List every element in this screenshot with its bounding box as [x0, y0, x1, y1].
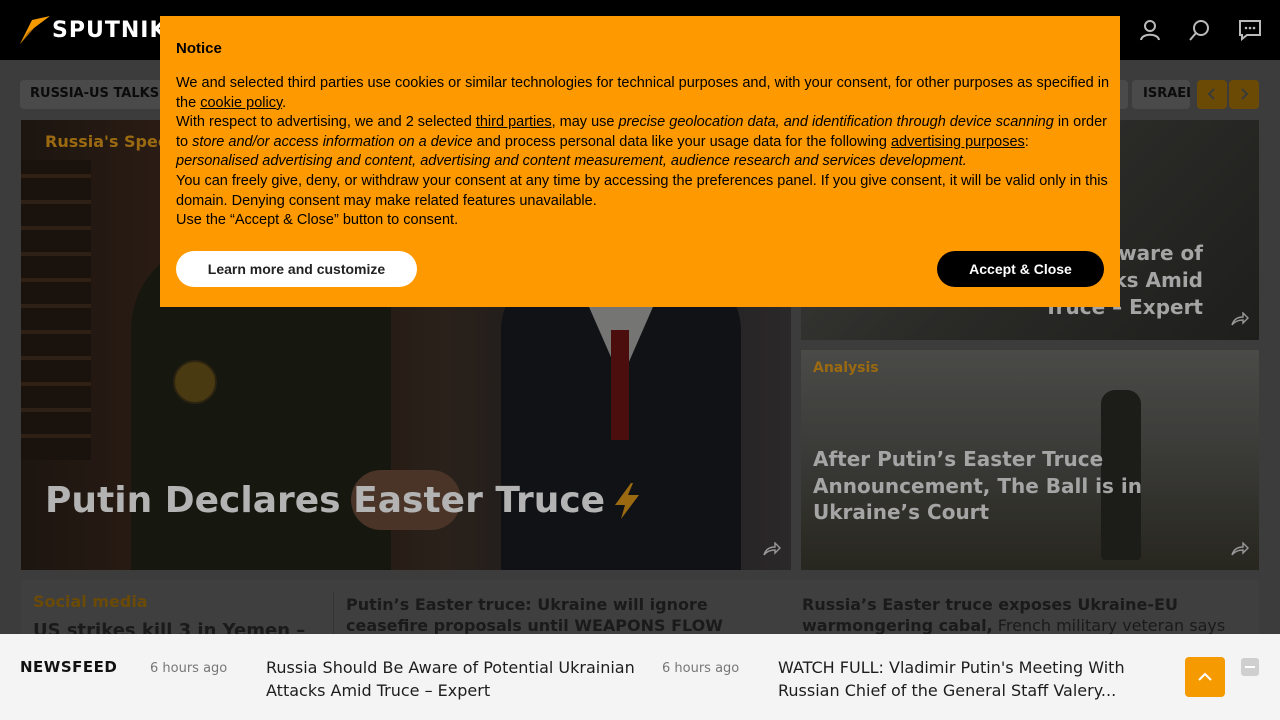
hero-title[interactable]: Putin Declares Easter Truce: [45, 480, 645, 521]
sputnik-logo[interactable]: SPUTNIK: [18, 14, 168, 46]
article-title-rest: French military veteran says: [992, 616, 1226, 635]
learn-more-button[interactable]: Learn more and customize: [176, 251, 417, 287]
consent-text: and process personal data like your usag…: [472, 133, 891, 150]
consent-paragraph-3: You can freely give, deny, or withdraw y…: [176, 172, 1108, 209]
tags-prev-button[interactable]: [1197, 80, 1227, 109]
lightning-icon: [615, 482, 640, 519]
chevron-left-icon: [1207, 88, 1215, 100]
consent-text: With respect to advertising, we and 2 se…: [176, 114, 476, 131]
consent-text-italic: personalised advertising and content, ad…: [176, 153, 967, 170]
consent-paragraph-2: With respect to advertising, we and 2 se…: [176, 113, 1111, 172]
minimize-newsfeed-button[interactable]: [1241, 658, 1259, 676]
bookshelf-image: [21, 160, 91, 460]
newsfeed-label[interactable]: NEWSFEED: [20, 658, 117, 676]
consent-text: .: [282, 94, 287, 111]
shoulder-patch-image: [173, 360, 217, 404]
consent-paragraph-4: Use the “Accept & Close” button to conse…: [176, 212, 459, 229]
newsfeed-bar: NEWSFEED 6 hours ago Russia Should Be Aw…: [0, 634, 1280, 720]
user-icon[interactable]: [1138, 18, 1162, 42]
article-link-easter-truce-cabal[interactable]: Russia’s Easter truce exposes Ukraine-EU…: [802, 594, 1242, 636]
accept-close-button[interactable]: Accept & Close: [937, 251, 1104, 287]
side-article-bottom[interactable]: Analysis After Putin’s Easter Truce Anno…: [801, 350, 1259, 570]
sputnik-logo-icon: [20, 16, 50, 44]
share-icon[interactable]: [1231, 542, 1249, 556]
side-bottom-title[interactable]: After Putin’s Easter Truce Announcement,…: [813, 446, 1233, 526]
chat-icon[interactable]: [1238, 18, 1262, 42]
chevron-up-icon: [1198, 672, 1212, 681]
chevron-right-icon: [1241, 88, 1249, 100]
side-bottom-category[interactable]: Analysis: [813, 360, 879, 376]
scroll-up-button[interactable]: [1185, 657, 1225, 697]
hero-title-text: Putin Declares Easter Truce: [45, 480, 606, 521]
consent-text-italic: store and/or access information on a dev…: [192, 133, 473, 150]
consent-text: :: [1024, 133, 1029, 150]
consent-text-italic: precise geolocation data, and identifica…: [618, 114, 1054, 131]
newsfeed-item[interactable]: Russia Should Be Aware of Potential Ukra…: [266, 656, 651, 702]
cookie-policy-link[interactable]: cookie policy: [200, 95, 282, 111]
newsfeed-item[interactable]: WATCH FULL: Vladimir Putin's Meeting Wit…: [778, 656, 1158, 702]
consent-text: , may use: [551, 114, 619, 131]
divider: [333, 592, 334, 640]
share-icon[interactable]: [1231, 312, 1249, 326]
consent-text: We and selected third parties use cookie…: [176, 75, 1110, 111]
social-media-category[interactable]: Social media: [33, 592, 148, 611]
cookie-consent-dialog: Notice We and selected third parties use…: [160, 16, 1120, 307]
third-parties-link[interactable]: third parties: [476, 114, 552, 130]
consent-title: Notice: [176, 40, 222, 57]
secondary-articles: Social media US strikes kill 3 in Yemen …: [21, 580, 1259, 656]
tags-next-button[interactable]: [1229, 80, 1259, 109]
newsfeed-time: 6 hours ago: [150, 661, 228, 676]
advertising-purposes-link[interactable]: advertising purposes: [891, 134, 1025, 150]
newsfeed-time: 6 hours ago: [662, 661, 740, 676]
tag-russia-us-talks[interactable]: RUSSIA-US TALKS ON: [20, 80, 180, 109]
consent-body: We and selected third parties use cookie…: [176, 74, 1111, 231]
search-icon[interactable]: [1188, 18, 1212, 42]
logo-text: SPUTNIK: [52, 17, 168, 43]
share-icon[interactable]: [763, 542, 781, 556]
consent-paragraph-1: We and selected third parties use cookie…: [176, 74, 1111, 113]
tie-image: [611, 330, 629, 440]
tag-israel[interactable]: ISRAEL: [1132, 80, 1190, 109]
